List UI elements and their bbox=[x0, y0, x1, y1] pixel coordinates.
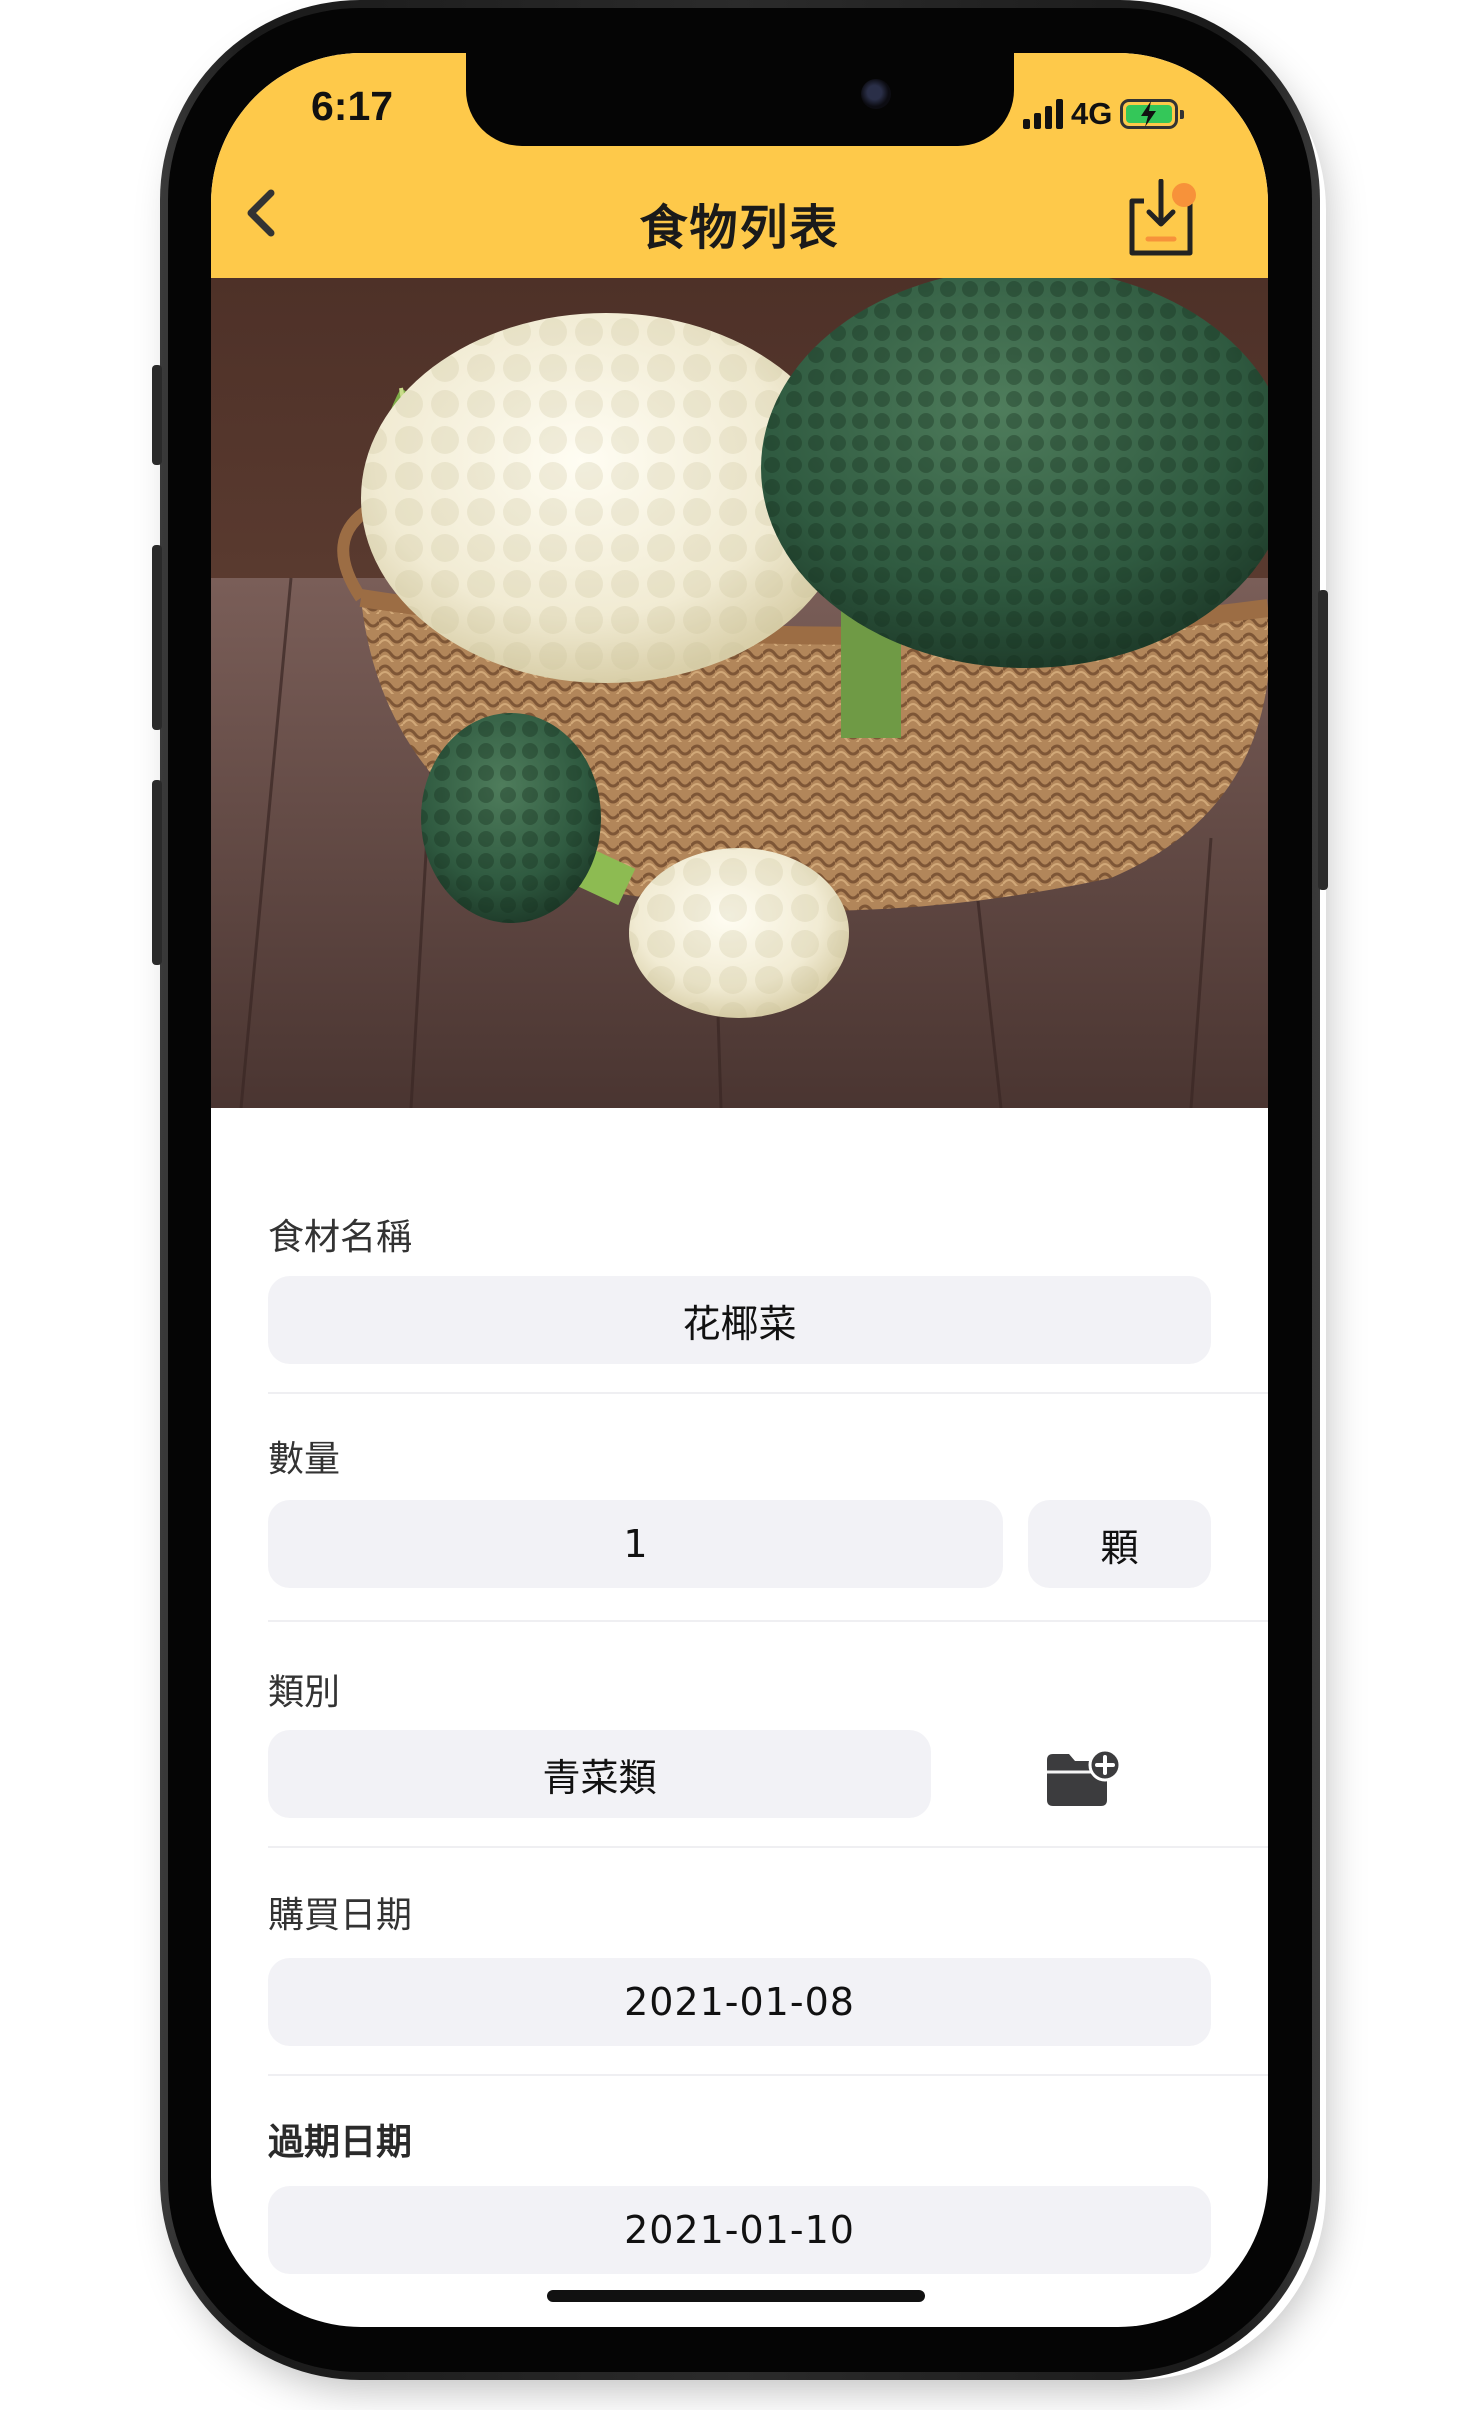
home-indicator bbox=[547, 2290, 925, 2302]
status-indicators: 4G bbox=[1023, 95, 1185, 131]
divider bbox=[268, 1392, 1268, 1394]
app-screen: 6:17 4G 食物列表 食材名稱 花椰菜 數量 1 顆 類別 青菜類 購買日期… bbox=[211, 53, 1268, 2327]
volume-up-button bbox=[152, 545, 162, 730]
front-camera bbox=[861, 79, 891, 109]
notch bbox=[466, 53, 1014, 146]
network-type: 4G bbox=[1071, 96, 1113, 131]
purchase-date-field[interactable]: 2021-01-08 bbox=[268, 1958, 1211, 2046]
unit-selector[interactable]: 顆 bbox=[1028, 1500, 1211, 1588]
quantity-field[interactable]: 1 bbox=[268, 1500, 1003, 1588]
divider bbox=[268, 1620, 1268, 1622]
cauliflower-broccoli-basket-photo bbox=[211, 278, 1268, 1108]
food-photo bbox=[211, 278, 1268, 1108]
action-button bbox=[152, 365, 162, 465]
add-category-button[interactable] bbox=[1043, 1748, 1123, 1812]
purchase-date-label: 購買日期 bbox=[268, 1895, 413, 1936]
status-time: 6:17 bbox=[311, 83, 394, 129]
expiry-date-label: 過期日期 bbox=[268, 2122, 413, 2163]
page-title: 食物列表 bbox=[639, 200, 840, 256]
divider bbox=[268, 1846, 1268, 1848]
power-button bbox=[1318, 590, 1328, 890]
category-label: 類別 bbox=[268, 1672, 341, 1713]
notification-badge bbox=[1172, 183, 1196, 207]
name-label: 食材名稱 bbox=[268, 1217, 413, 1258]
volume-down-button bbox=[152, 780, 162, 965]
quantity-label: 數量 bbox=[268, 1439, 341, 1480]
expiry-date-field[interactable]: 2021-01-10 bbox=[268, 2186, 1211, 2274]
divider bbox=[268, 2074, 1268, 2076]
name-field[interactable]: 花椰菜 bbox=[268, 1276, 1211, 1364]
category-selector[interactable]: 青菜類 bbox=[268, 1730, 931, 1818]
battery-charging-icon bbox=[1120, 99, 1185, 129]
folder-add-icon bbox=[1047, 1748, 1122, 1806]
cellular-signal-icon bbox=[1023, 99, 1063, 129]
